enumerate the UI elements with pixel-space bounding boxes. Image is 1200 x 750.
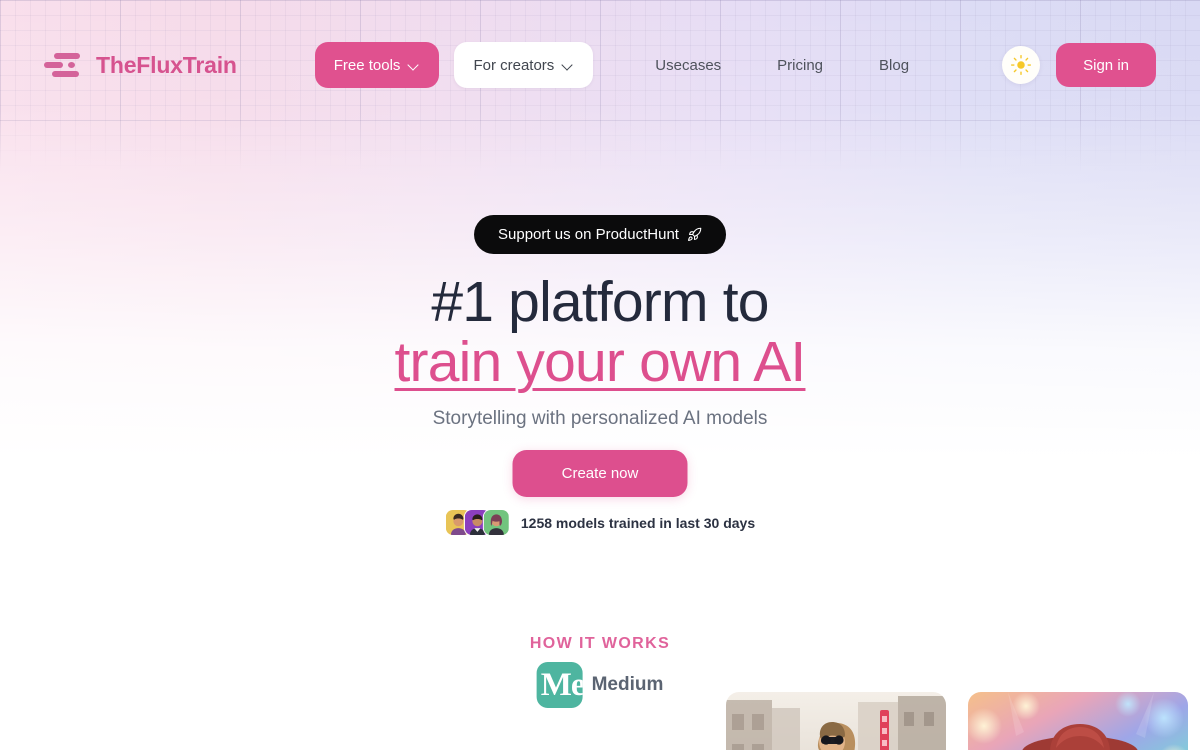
avatar-group bbox=[444, 509, 510, 536]
theme-toggle-button[interactable] bbox=[1002, 46, 1041, 84]
platform-medium[interactable]: Me Medium bbox=[536, 662, 664, 708]
chevron-down-icon bbox=[409, 60, 420, 71]
rocket-icon bbox=[688, 227, 702, 241]
headline-line-2: train your own AI bbox=[394, 330, 807, 394]
producthunt-support-badge[interactable]: Support us on ProductHunt bbox=[474, 215, 726, 254]
header-actions: Sign in bbox=[1002, 43, 1156, 87]
brand-name: TheFluxTrain bbox=[96, 51, 237, 78]
social-proof: 1258 models trained in last 30 days bbox=[444, 509, 756, 536]
gallery-cards bbox=[726, 692, 1188, 750]
nav-link-usecases[interactable]: Usecases bbox=[627, 57, 749, 74]
nav-for-creators-button[interactable]: For creators bbox=[454, 42, 594, 88]
sign-in-button[interactable]: Sign in bbox=[1056, 43, 1156, 87]
site-header: TheFluxTrain Free tools For creators Use… bbox=[0, 0, 1200, 130]
photo-card-street[interactable] bbox=[726, 692, 946, 750]
hero-subtitle: Storytelling with personalized AI models bbox=[432, 408, 768, 429]
landing-page: TheFluxTrain Free tools For creators Use… bbox=[0, 0, 1200, 750]
nav-free-tools-label: Free tools bbox=[333, 56, 401, 74]
stacked-bars-icon bbox=[44, 50, 82, 80]
medium-logo-icon: Me bbox=[536, 662, 583, 708]
create-now-button[interactable]: Create now bbox=[512, 450, 688, 497]
nav-link-blog[interactable]: Blog bbox=[851, 57, 937, 74]
social-proof-text: 1258 models trained in last 30 days bbox=[520, 514, 756, 531]
headline-line-1: #1 platform to bbox=[431, 270, 769, 334]
nav-link-pricing[interactable]: Pricing bbox=[749, 57, 851, 74]
page-title: #1 platform to train your own AI bbox=[0, 272, 1200, 392]
medium-label: Medium bbox=[591, 674, 664, 695]
sun-icon bbox=[1011, 54, 1032, 76]
how-it-works-label: HOW IT WORKS bbox=[529, 635, 671, 652]
photo-card-concert[interactable] bbox=[968, 692, 1188, 750]
medium-logo-text: Me bbox=[540, 666, 583, 703]
nav-free-tools-button[interactable]: Free tools bbox=[314, 42, 440, 88]
primary-nav: Free tools For creators Usecases Pricing… bbox=[314, 42, 937, 88]
brand-logo[interactable]: TheFluxTrain bbox=[44, 43, 237, 87]
nav-links: Usecases Pricing Blog bbox=[627, 57, 937, 74]
chevron-down-icon bbox=[563, 60, 574, 71]
producthunt-badge-label: Support us on ProductHunt bbox=[498, 226, 679, 243]
nav-for-creators-label: For creators bbox=[473, 56, 555, 74]
avatar bbox=[482, 509, 510, 536]
